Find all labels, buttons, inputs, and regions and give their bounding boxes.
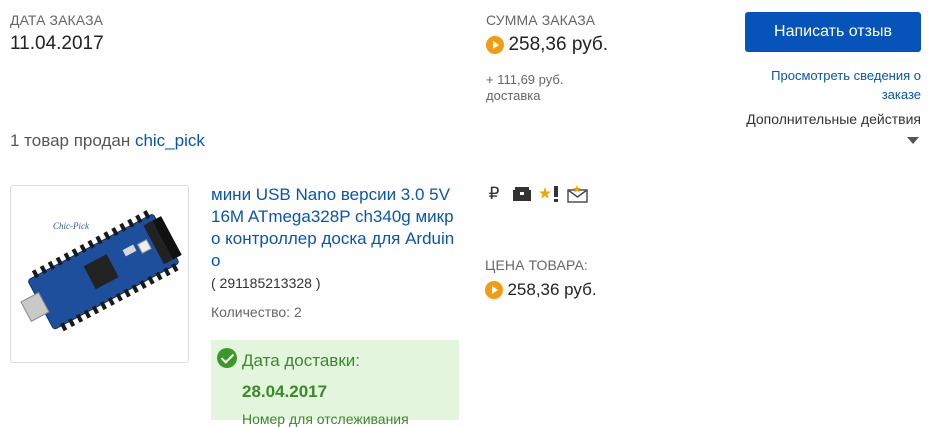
ebay-bucks-icon	[486, 36, 504, 54]
message-icon	[567, 184, 589, 204]
item-price: 258,36 руб.	[485, 280, 597, 300]
order-status-icons: ₽	[483, 184, 595, 204]
order-total-label: СУММА ЗАКАЗА	[486, 12, 596, 28]
item-number: ( 291185213328 )	[211, 275, 321, 291]
checkmark-icon	[217, 348, 237, 368]
delivery-status-box: Дата доставки: 28.04.2017 Номер для отсл…	[211, 340, 459, 427]
image-watermark: Chic-Pick	[53, 221, 89, 231]
shipping-amount: + 111,69 руб.	[486, 72, 564, 87]
star-feedback-icon	[539, 184, 561, 204]
arduino-nano-photo	[20, 210, 182, 332]
delivery-date-label: Дата доставки:	[242, 351, 360, 370]
view-order-details-link[interactable]: Просмотреть сведения о заказе	[730, 66, 921, 104]
write-feedback-button[interactable]: Написать отзыв	[745, 12, 921, 52]
order-date-value: 11.04.2017	[10, 33, 104, 54]
tracking-number-label: Номер для отслеживания	[242, 411, 409, 427]
delivery-date-value: 28.04.2017	[242, 382, 328, 401]
seller-prefix: 1 товар продан	[10, 131, 131, 150]
order-total: 258,36 руб.	[486, 34, 608, 56]
shipping-label: доставка	[486, 88, 541, 103]
chevron-down-icon[interactable]	[907, 137, 919, 144]
package-icon	[511, 184, 533, 204]
item-title-link[interactable]: мини USB Nano версии 3.0 5V 16M ATmega32…	[211, 184, 459, 272]
order-date-label: ДАТА ЗАКАЗА	[10, 12, 104, 28]
ebay-bucks-icon	[485, 281, 503, 299]
seller-name-link[interactable]: chic_pick	[135, 131, 205, 150]
item-quantity: Количество: 2	[211, 304, 302, 320]
ruble-icon: ₽	[488, 184, 500, 203]
item-price-value: 258,36 руб.	[507, 280, 597, 299]
seller-line: 1 товар продан chic_pick	[10, 131, 205, 151]
item-price-label: ЦЕНА ТОВАРА:	[485, 257, 588, 273]
more-actions-menu[interactable]: Дополнительные действия	[700, 111, 921, 127]
order-total-value: 258,36 руб.	[508, 34, 609, 55]
item-image[interactable]: Chic-Pick	[10, 185, 189, 363]
